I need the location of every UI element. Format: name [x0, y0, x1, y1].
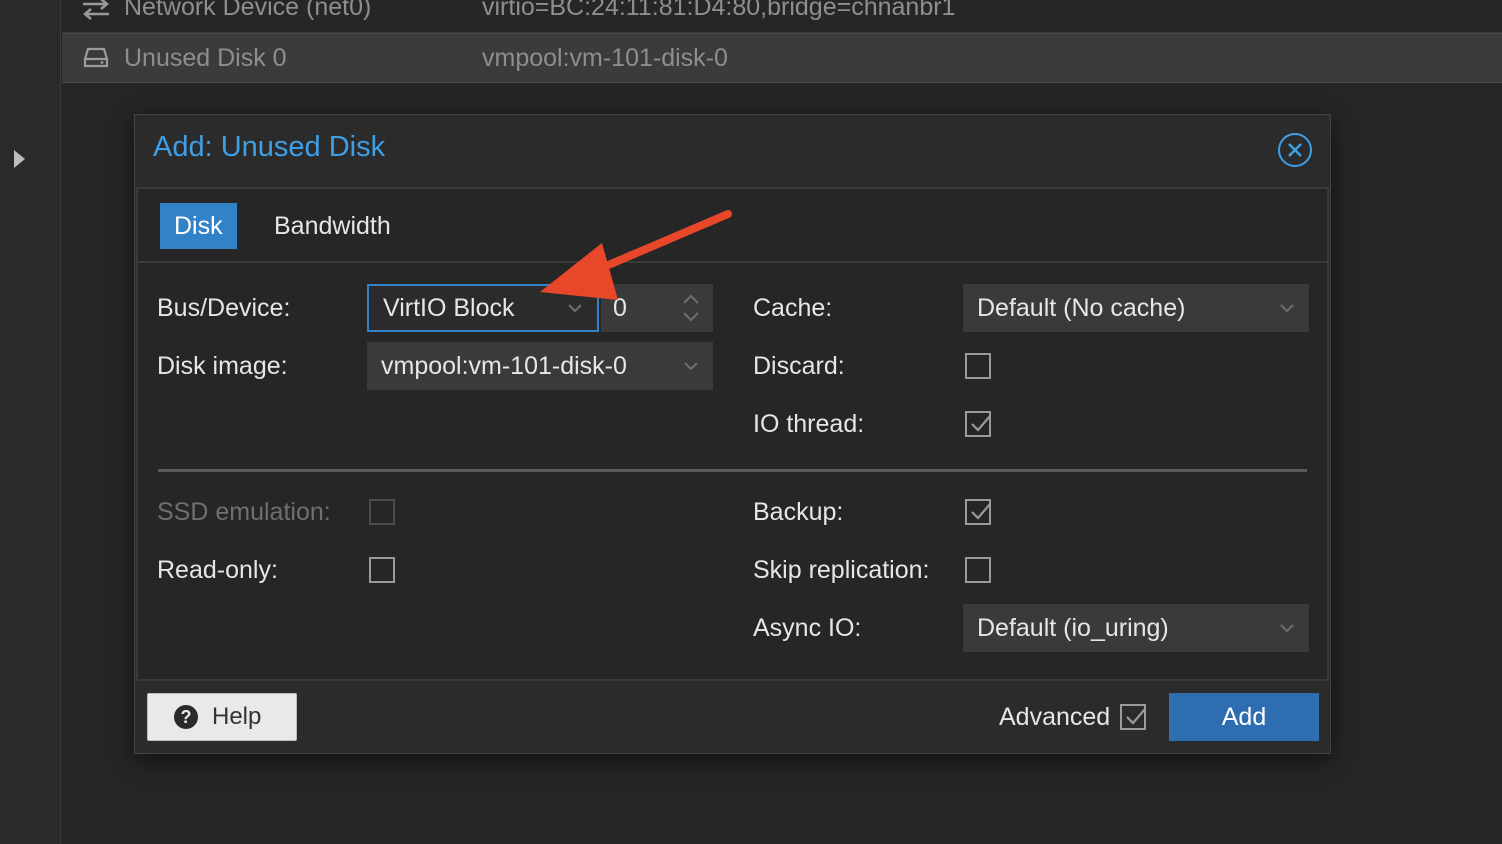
advanced-toggle[interactable]: Advanced — [999, 697, 1147, 737]
skip-replication-label: Skip replication: — [753, 555, 930, 584]
advanced-checkbox[interactable] — [1120, 704, 1147, 730]
tab-bandwidth[interactable]: Bandwidth — [260, 203, 405, 249]
cache-select[interactable]: Default (No cache) — [963, 284, 1309, 332]
chevron-down-icon — [568, 304, 582, 313]
hard-disk-icon — [72, 47, 120, 69]
checkmark-icon — [971, 503, 991, 520]
expand-panel-icon[interactable] — [14, 150, 25, 168]
async-io-value: Default (io_uring) — [977, 613, 1169, 642]
cache-value: Default (No cache) — [977, 293, 1186, 322]
checkmark-icon — [971, 415, 991, 432]
cache-label: Cache: — [753, 293, 833, 322]
help-button[interactable]: ? Help — [147, 693, 297, 741]
tab-disk[interactable]: Disk — [160, 203, 237, 249]
discard-label: Discard: — [753, 351, 845, 380]
hardware-row-value: vmpool:vm-101-disk-0 — [482, 43, 728, 72]
disk-image-value: vmpool:vm-101-disk-0 — [381, 351, 627, 380]
add-button[interactable]: Add — [1169, 693, 1319, 741]
read-only-checkbox[interactable] — [369, 557, 395, 583]
device-index-value: 0 — [613, 293, 627, 322]
backup-checkbox[interactable] — [965, 499, 991, 525]
discard-checkbox[interactable] — [965, 353, 991, 379]
disk-image-select[interactable]: vmpool:vm-101-disk-0 — [367, 342, 713, 390]
io-thread-checkbox[interactable] — [965, 411, 991, 437]
left-panel-strip — [0, 0, 61, 844]
advanced-label: Advanced — [999, 702, 1111, 731]
help-icon: ? — [174, 705, 198, 729]
network-device-icon — [72, 0, 120, 20]
hardware-row-name: Network Device (net0) — [124, 0, 372, 21]
chevron-down-icon — [1280, 624, 1294, 633]
hardware-row-value: virtio=BC:24:11:81:D4:80,bridge=chnanbr1 — [482, 0, 956, 21]
async-io-select[interactable]: Default (io_uring) — [963, 604, 1309, 652]
dialog-title: Add: Unused Disk — [153, 131, 386, 163]
close-button[interactable] — [1278, 133, 1312, 167]
hardware-grid: Network Device (net0) virtio=BC:24:11:81… — [62, 0, 1502, 84]
checkmark-icon — [1126, 708, 1147, 725]
device-index-spinner[interactable]: 0 — [601, 284, 713, 332]
spinner-arrows-icon[interactable] — [681, 292, 701, 324]
hardware-row-unused-disk[interactable]: Unused Disk 0 vmpool:vm-101-disk-0 — [62, 33, 1502, 83]
tab-bar: Disk Bandwidth — [138, 189, 1327, 263]
add-unused-disk-dialog: Add: Unused Disk Disk Bandwidth Bus/Devi… — [134, 114, 1331, 754]
skip-replication-checkbox[interactable] — [965, 557, 991, 583]
read-only-label: Read-only: — [157, 555, 278, 584]
io-thread-label: IO thread: — [753, 409, 865, 438]
bus-device-label: Bus/Device: — [157, 293, 291, 322]
help-label: Help — [212, 703, 262, 730]
advanced-separator — [158, 469, 1307, 472]
ssd-emulation-label: SSD emulation: — [157, 497, 331, 526]
dialog-header[interactable]: Add: Unused Disk — [135, 115, 1330, 187]
chevron-down-icon — [1280, 304, 1294, 313]
bus-device-select[interactable]: VirtIO Block — [367, 284, 599, 332]
hardware-row-network[interactable]: Network Device (net0) virtio=BC:24:11:81… — [62, 0, 1502, 33]
disk-image-label: Disk image: — [157, 351, 288, 380]
async-io-label: Async IO: — [753, 613, 862, 642]
chevron-down-icon — [684, 362, 698, 371]
ssd-emulation-checkbox — [369, 499, 395, 525]
dialog-body: Disk Bandwidth Bus/Device: VirtIO Block … — [136, 187, 1329, 681]
hardware-row-name: Unused Disk 0 — [124, 43, 287, 72]
close-icon — [1288, 143, 1302, 157]
backup-label: Backup: — [753, 497, 844, 526]
bus-device-value: VirtIO Block — [383, 293, 515, 322]
